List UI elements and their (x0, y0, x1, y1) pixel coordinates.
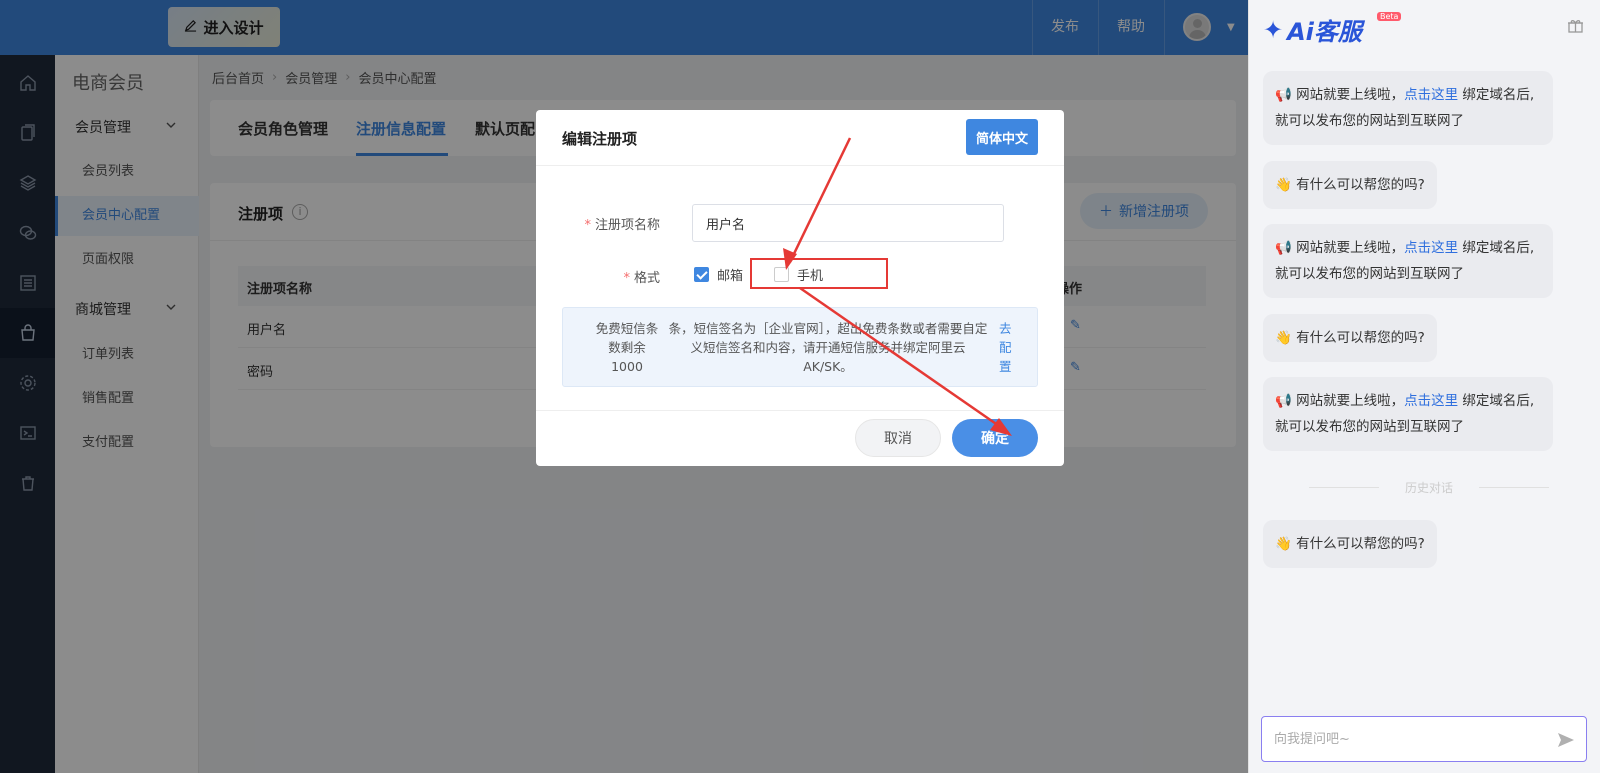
required-mark: * (584, 218, 591, 233)
language-button[interactable]: 简体中文 (966, 119, 1038, 155)
email-option-label[interactable]: 邮箱 (717, 265, 743, 284)
megaphone-icon: 📢 (1275, 240, 1292, 256)
required-mark: * (623, 271, 630, 286)
chat-message: 👋 有什么可以帮您的吗? (1263, 161, 1437, 209)
sms-notice: 免费短信条数剩余1000 条，短信签名为［企业官网］，超出免费条数或者需要自定义… (562, 307, 1038, 387)
ai-question-box (1261, 716, 1587, 762)
history-divider[interactable]: 历史对话 (1309, 479, 1549, 496)
cancel-button[interactable]: 取消 (855, 419, 941, 457)
go-config-link[interactable]: 去配置 (999, 319, 1019, 376)
message-text: 网站就要上线啦， (1296, 240, 1405, 256)
wave-icon: 👋 (1275, 330, 1292, 346)
megaphone-icon: 📢 (1275, 393, 1292, 409)
message-text: 网站就要上线啦， (1296, 393, 1405, 409)
message-text: 网站就要上线啦， (1296, 87, 1405, 103)
divider (536, 410, 1064, 411)
sparkle-icon: ✦ (1263, 15, 1284, 44)
notice-detail-text: 条，短信签名为［企业官网］，超出免费条数或者需要自定义短信签名和内容，请开通短信… (668, 321, 988, 374)
chat-message: 📢 网站就要上线啦，点击这里 绑定域名后,就可以发布您的网站到互联网了 (1263, 224, 1553, 298)
dialog-title: 编辑注册项 (562, 130, 638, 148)
register-item-name-input[interactable] (692, 204, 1004, 242)
confirm-button[interactable]: 确定 (952, 419, 1038, 457)
divider (536, 165, 1064, 166)
click-here-link[interactable]: 点击这里 (1404, 393, 1458, 409)
ai-logo-text: Ai客服 (1287, 18, 1362, 46)
chat-message: 👋 有什么可以帮您的吗? (1263, 314, 1437, 362)
click-here-link[interactable]: 点击这里 (1404, 87, 1458, 103)
ai-question-input[interactable] (1274, 729, 1534, 749)
click-here-link[interactable]: 点击这里 (1404, 240, 1458, 256)
format-field-label: * 格式 (536, 267, 660, 286)
notice-quota-text: 免费短信条数剩余1000 (595, 321, 659, 374)
wave-icon: 👋 (1275, 177, 1292, 193)
chat-message: 📢 网站就要上线啦，点击这里 绑定域名后,就可以发布您的网站到互联网了 (1263, 71, 1553, 145)
format-label-text: 格式 (633, 271, 660, 286)
edit-register-item-dialog: 编辑注册项 简体中文 *注册项名称 *格式 邮箱 手机 免费短信条数剩余1000… (536, 110, 1064, 466)
megaphone-icon: 📢 (1275, 87, 1292, 103)
message-text: 有什么可以帮您的吗? (1296, 330, 1425, 346)
chat-message: 👋 有什么可以帮您的吗? (1263, 520, 1437, 568)
message-text: 有什么可以帮您的吗? (1296, 177, 1425, 193)
ai-logo: ✦ Ai客服 (1263, 12, 1362, 47)
gift-icon[interactable] (1567, 17, 1584, 38)
message-text: 有什么可以帮您的吗? (1296, 536, 1425, 552)
wave-icon: 👋 (1275, 536, 1292, 552)
chat-message: 📢 网站就要上线啦，点击这里 绑定域名后,就可以发布您的网站到互联网了 (1263, 377, 1553, 451)
highlight-box (750, 258, 888, 289)
beta-badge: Beta (1377, 12, 1402, 21)
email-checkbox[interactable] (694, 267, 709, 282)
send-icon[interactable] (1556, 730, 1576, 754)
ai-assistant-panel: ✦ Ai客服 Beta 📢 网站就要上线啦，点击这里 绑定域名后,就可以发布您的… (1248, 0, 1600, 773)
name-field-label: * 注册项名称 (536, 214, 660, 233)
name-label-text: 注册项名称 (594, 218, 660, 233)
